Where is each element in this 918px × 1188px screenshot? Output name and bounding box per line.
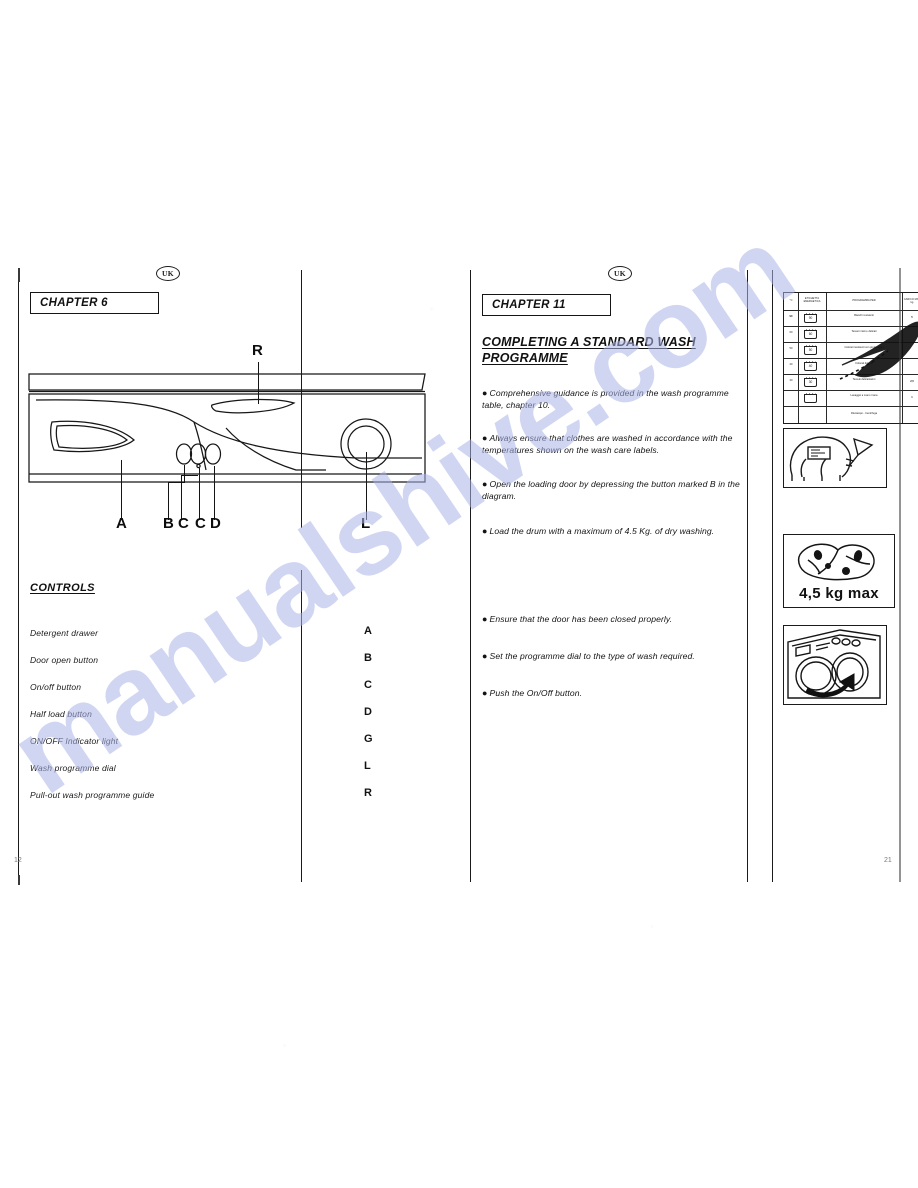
control-key-b: B	[364, 652, 372, 664]
wash-tub-icon: 60	[804, 330, 817, 339]
page-title-line1: COMPLETING A STANDARD WASH	[482, 335, 696, 349]
close-door-arrow-icon	[805, 673, 855, 698]
control-key-d: D	[364, 706, 372, 718]
left-page-edge-rule	[18, 270, 19, 882]
care-header-programme: PROGRAMMA PER	[852, 299, 876, 302]
chapter-11-label: CHAPTER 11	[482, 294, 611, 316]
control-label-pullout-wash-programme-guide: Pull-out wash programme guide	[30, 790, 155, 800]
care-table-row: Risciacqui - Centrifuga	[784, 406, 918, 423]
bullet-dot-icon: ●	[482, 433, 488, 443]
care-header-energy: ETICHETTA ENERGETICA	[803, 297, 821, 304]
handdrawn-arrow-annotation	[839, 321, 918, 380]
control-key-l: L	[364, 760, 371, 772]
control-label-on-off-button: On/off button	[30, 682, 82, 692]
bullet-dot-icon: ●	[482, 651, 488, 661]
care-row-programme: Risciacqui - Centrifuga	[850, 412, 878, 415]
scan-edge-mark-bottom-left	[18, 875, 20, 885]
bullet-dot-icon: ●	[482, 614, 488, 624]
leader-line-a	[121, 460, 123, 520]
figure-close-door-illustration	[783, 625, 887, 705]
control-key-c: C	[364, 679, 372, 691]
instruction-bullet-2: ● Always ensure that clothes are washed i…	[482, 433, 733, 455]
instruction-bullet-6: ● Set the programme dial to the type of w…	[482, 651, 695, 661]
callout-letter-a: A	[116, 515, 127, 532]
wash-tub-icon	[804, 394, 817, 403]
control-panel-drawing	[28, 373, 426, 483]
page-number-left: 12	[14, 857, 22, 864]
care-row-temp: 30	[789, 379, 793, 382]
control-label-detergent-drawer: Detergent drawer	[30, 628, 99, 638]
control-key-a: A	[364, 625, 372, 637]
right-page-gutter-rule	[772, 270, 773, 882]
left-page-mid-rule-bottom	[301, 570, 302, 882]
leader-line-b2	[184, 465, 186, 483]
callout-letter-d: D	[210, 515, 221, 532]
wash-tub-icon: 50	[804, 346, 817, 355]
leader-line-c	[181, 475, 183, 520]
control-key-g: G	[364, 733, 373, 745]
leader-line-l	[366, 452, 368, 520]
bullet-dot-icon: ●	[482, 688, 488, 698]
instruction-bullet-3: ● Open the loading door by depressing the…	[482, 479, 740, 501]
callout-letter-l: L	[361, 515, 371, 532]
instruction-bullet-5: ● Ensure that the door has been closed pr…	[482, 614, 673, 624]
bullet-dot-icon: ●	[482, 526, 488, 536]
washing-machine-drawing	[787, 629, 881, 699]
page-number-right: 21	[884, 857, 892, 864]
care-row-temp: 90	[789, 315, 793, 318]
control-label-on-off-indicator-light: ON/OFF Indicator light	[30, 736, 119, 746]
right-page-left-rule	[470, 270, 471, 882]
instruction-bullet-1: ● Comprehensive guidance is provided in t…	[482, 388, 729, 410]
check-care-label-drawing	[789, 436, 874, 481]
right-manual-page: UK CHAPTER 11 COMPLETING A STANDARD WASH…	[470, 266, 918, 882]
callout-letter-g: C	[195, 515, 206, 532]
care-header-load: CARICO MAX kg	[903, 298, 918, 305]
care-row-temp: 50	[789, 347, 793, 350]
leader-line-d	[214, 466, 216, 520]
instruction-bullet-7: ● Push the On/Off button.	[482, 688, 583, 698]
leader-h-c	[181, 475, 198, 477]
figure-open-door-illustration	[783, 428, 887, 488]
care-row-temp: 60	[789, 331, 793, 334]
scanned-page-sheet: UK CHAPTER 6 A B C C D L R CONTROLS Dete…	[0, 0, 918, 1188]
callout-letter-b: B	[163, 515, 174, 532]
care-header-temp: °C	[789, 299, 793, 302]
instruction-bullet-4: ● Load the drum with a maximum of 4.5 Kg.…	[482, 526, 715, 536]
left-manual-page: UK CHAPTER 6 A B C C D L R CONTROLS Dete…	[18, 266, 436, 882]
control-label-wash-programme-dial: Wash programme dial	[30, 763, 116, 773]
controls-section-title: CONTROLS	[30, 582, 95, 594]
wash-tub-icon: 30	[804, 378, 817, 387]
control-key-r: R	[364, 787, 372, 799]
callout-letter-r: R	[252, 342, 263, 359]
uk-country-badge: UK	[156, 266, 180, 281]
control-label-half-load-button: Half load button	[30, 709, 92, 719]
figure-load-drum-illustration: 4,5 kg max	[783, 534, 895, 608]
leader-line-r	[258, 362, 260, 404]
page-title-line2: PROGRAMME	[482, 351, 568, 365]
care-row-load: 1	[911, 396, 913, 399]
uk-country-badge-right: UK	[608, 266, 632, 281]
chapter-6-label: CHAPTER 6	[30, 292, 159, 314]
wash-tub-icon: 40	[804, 362, 817, 371]
callout-letter-c: C	[178, 515, 189, 532]
care-row-programme: Lavaggio a mano / lana	[850, 394, 878, 397]
figure-caption-max-load: 4,5 kg max	[799, 585, 879, 602]
care-row-temp: 40	[789, 363, 793, 366]
laundry-bundle-drawing	[797, 543, 875, 581]
bullet-dot-icon: ●	[482, 388, 488, 398]
care-table-header-row: °C ETICHETTA ENERGETICA PROGRAMMA PER CA…	[784, 293, 918, 311]
leader-line-g	[199, 468, 201, 520]
bullet-dot-icon: ●	[482, 479, 488, 489]
figure-wash-care-label-table: °C ETICHETTA ENERGETICA PROGRAMMA PER CA…	[783, 292, 918, 424]
wash-tub-icon: 90	[804, 314, 817, 323]
control-label-door-open-button: Door open button	[30, 655, 99, 665]
scan-edge-mark-top-left	[18, 268, 20, 282]
scan-edge-mark-right	[899, 268, 901, 882]
right-page-mid-rule	[747, 270, 748, 882]
